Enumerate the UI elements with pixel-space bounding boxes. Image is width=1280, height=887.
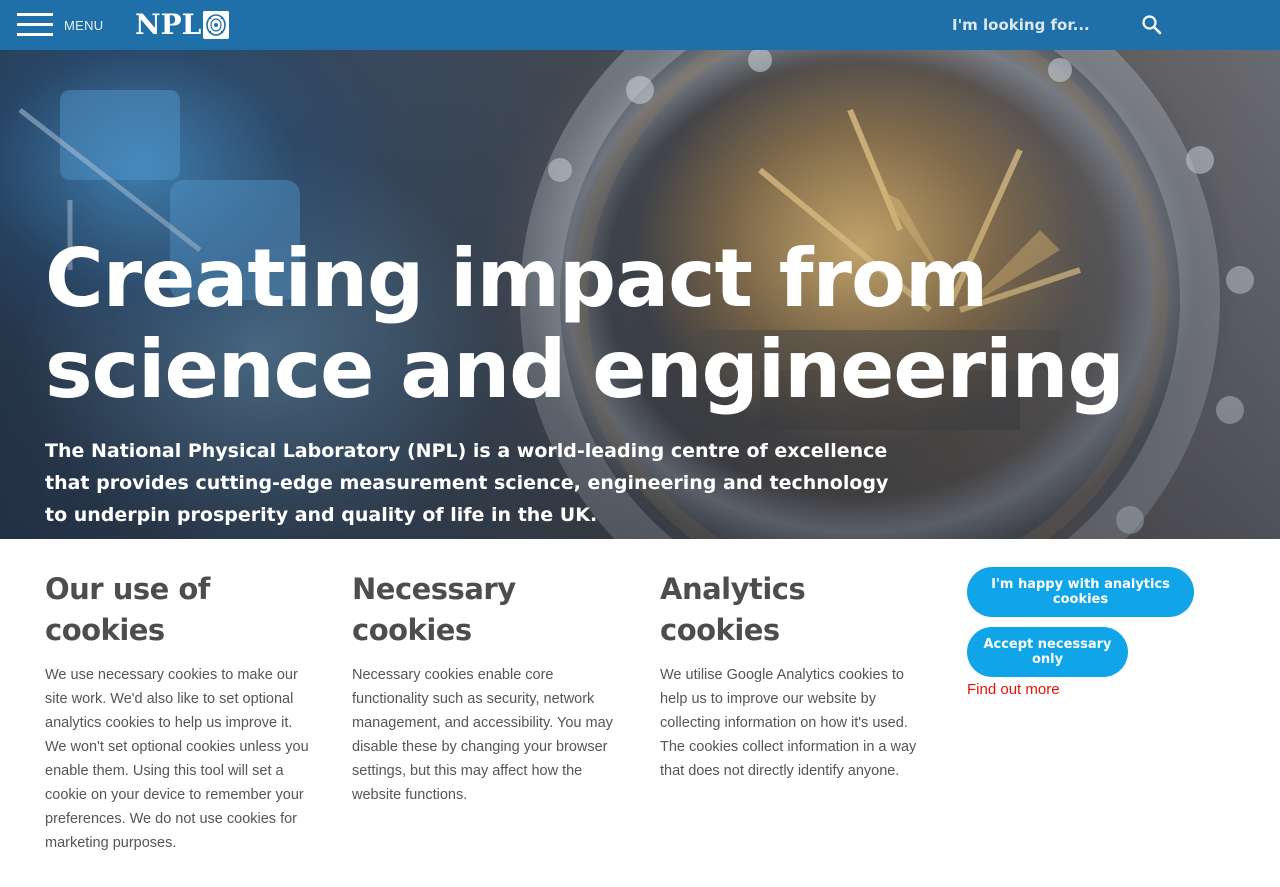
analytics-cookies-heading: Analytics cookies	[660, 572, 806, 647]
cookie-usage-heading: Our use of cookies	[45, 572, 210, 647]
menu-button[interactable]: MENU	[17, 12, 107, 38]
search-input[interactable]	[940, 10, 1130, 40]
hero-title: Creating impact from science and enginee…	[45, 232, 1125, 416]
npl-logo[interactable]: NPL	[135, 8, 230, 41]
accept-necessary-button[interactable]: Accept necessary only	[967, 627, 1128, 677]
crest-icon	[203, 11, 230, 39]
find-out-more-link[interactable]: Find out more	[967, 681, 1060, 698]
cookie-banner: Our use of cookies We use necessary cook…	[0, 539, 1280, 887]
menu-label: MENU	[64, 18, 104, 33]
accept-analytics-button[interactable]: I'm happy with analytics cookies	[967, 567, 1194, 617]
hero-description: The National Physical Laboratory (NPL) i…	[45, 440, 889, 526]
necessary-cookies-heading: Necessary cookies	[352, 572, 516, 647]
necessary-cookies-section: Necessary cookies Necessary cookies enab…	[352, 569, 622, 807]
search-icon[interactable]	[1140, 13, 1164, 37]
hamburger-icon	[17, 12, 53, 38]
analytics-cookies-section: Analytics cookies We utilise Google Anal…	[660, 569, 930, 783]
analytics-cookies-text: We utilise Google Analytics cookies to h…	[660, 667, 917, 779]
necessary-cookies-text: Necessary cookies enable core functional…	[352, 667, 613, 803]
top-header: MENU NPL	[0, 0, 1280, 50]
hero-banner: Creating impact from science and enginee…	[0, 50, 1280, 539]
logo-text: NPL	[135, 8, 202, 41]
cookie-usage-text: We use necessary cookies to make our sit…	[45, 667, 309, 851]
cookie-usage-section: Our use of cookies We use necessary cook…	[45, 569, 315, 855]
